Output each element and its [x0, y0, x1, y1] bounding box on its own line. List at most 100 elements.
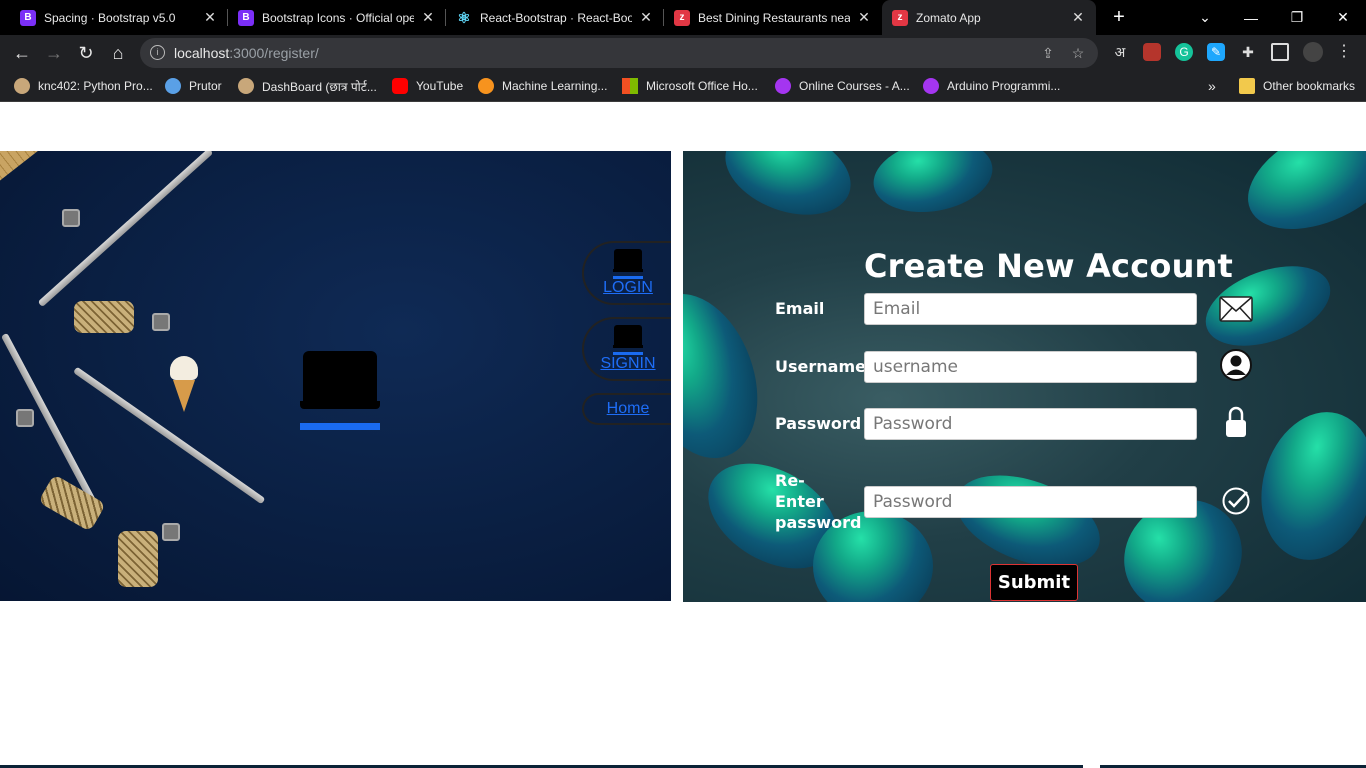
bookmark-youtube[interactable]: YouTube	[392, 77, 463, 95]
youtube-icon	[392, 78, 408, 94]
site-info-icon[interactable]: i	[150, 45, 165, 60]
tab-spacing-bootstrap[interactable]: B Spacing · Bootstrap v5.0 ✕	[10, 0, 228, 35]
bookmark-dashboard[interactable]: DashBoard (छात्र पोर्ट...	[238, 77, 377, 95]
capsule-background-image	[713, 151, 863, 231]
bookmarks-overflow-chevron-icon[interactable]: »	[1208, 77, 1216, 95]
close-tab-icon[interactable]: ✕	[1070, 9, 1086, 26]
login-nav-card[interactable]: LOGIN	[582, 241, 671, 305]
bookmark-favicon-icon	[14, 78, 30, 94]
left-image-panel: LOGIN SIGNIN Home	[0, 151, 671, 601]
bookmark-label: Microsoft Office Ho...	[646, 79, 758, 93]
tab-react-bootstrap[interactable]: ⚛ React-Bootstrap · React-Boot ✕	[446, 0, 664, 35]
lock-icon	[1219, 405, 1253, 439]
bookmark-favicon-icon	[478, 78, 494, 94]
user-circle-icon	[1219, 348, 1253, 382]
udemy-icon	[775, 78, 791, 94]
url-path: :3000/register/	[229, 45, 319, 61]
browser-toolbar: ← → ↻ ⌂ i localhost:3000/register/ ⇪ ☆ अ…	[0, 35, 1366, 70]
bookmark-knc402[interactable]: knc402: Python Pro...	[14, 77, 153, 95]
capsule-background-image	[683, 277, 779, 475]
minimize-icon[interactable]: —	[1228, 0, 1274, 35]
restore-icon[interactable]: ❐	[1274, 0, 1320, 35]
capsule-background-image	[1245, 399, 1366, 573]
other-bookmarks[interactable]: Other bookmarks	[1239, 77, 1355, 95]
bookmark-star-icon[interactable]: ☆	[1070, 45, 1086, 61]
home-link[interactable]: Home	[607, 400, 650, 418]
username-field[interactable]	[864, 351, 1197, 383]
tab-best-dining[interactable]: z Best Dining Restaurants near ✕	[664, 0, 882, 35]
tab-title: Bootstrap Icons · Official ope	[262, 10, 414, 25]
udemy-icon	[923, 78, 939, 94]
zomato-favicon-icon: z	[674, 9, 690, 26]
close-tab-icon[interactable]: ✕	[638, 9, 654, 26]
side-panel-icon[interactable]	[1271, 43, 1289, 61]
close-tab-icon[interactable]: ✕	[856, 9, 872, 26]
bookmark-label: Machine Learning...	[502, 79, 608, 93]
capsule-background-image	[867, 151, 999, 221]
react-favicon-icon: ⚛	[457, 9, 471, 27]
bookmark-label: Online Courses - A...	[799, 79, 910, 93]
bookmark-label: Other bookmarks	[1263, 79, 1356, 93]
pen-extension-icon[interactable]: ✎	[1207, 43, 1225, 61]
tab-title: React-Bootstrap · React-Boot	[480, 10, 632, 25]
check-circle-icon	[1219, 484, 1253, 518]
address-bar[interactable]: i localhost:3000/register/ ⇪ ☆	[140, 38, 1098, 68]
home-icon[interactable]: ⌂	[105, 40, 131, 66]
username-label: Username	[775, 357, 866, 376]
register-form-panel: Create New Account Email Username Passwo…	[683, 151, 1366, 602]
password-field[interactable]	[864, 408, 1197, 440]
form-title: Create New Account	[864, 247, 1234, 285]
login-link[interactable]: LOGIN	[603, 279, 653, 297]
menu-kebab-icon[interactable]: ⋮	[1335, 43, 1353, 61]
back-arrow-icon[interactable]: ←	[9, 40, 35, 66]
close-window-icon[interactable]: ✕	[1320, 0, 1366, 35]
bookmark-machine-learning[interactable]: Machine Learning...	[478, 77, 607, 95]
bookmark-label: Prutor	[189, 79, 222, 93]
new-tab-plus-icon[interactable]: +	[1108, 6, 1130, 28]
url-text: localhost:3000/register/	[174, 45, 319, 61]
bookmarks-bar: knc402: Python Pro... Prutor DashBoard (…	[0, 70, 1366, 102]
bookmark-prutor[interactable]: Prutor	[165, 77, 222, 95]
reenter-label-line: Re-	[775, 471, 805, 490]
washi-tape-image	[118, 531, 158, 587]
tab-strip: B Spacing · Bootstrap v5.0 ✕ B Bootstrap…	[0, 0, 1366, 35]
grammarly-icon[interactable]: G	[1175, 43, 1193, 61]
reenter-label-line: password	[775, 513, 862, 532]
bookmark-arduino[interactable]: Arduino Programmi...	[923, 77, 1060, 95]
binder-clip-image	[152, 313, 170, 331]
signin-nav-card[interactable]: SIGNIN	[582, 317, 671, 381]
folder-icon	[1239, 78, 1255, 94]
submit-button[interactable]: Submit	[990, 564, 1078, 601]
washi-tape-image	[38, 474, 106, 532]
pencil-image	[37, 151, 214, 308]
laptop-icon	[613, 249, 643, 279]
reenter-password-field[interactable]	[864, 486, 1197, 518]
bookmark-favicon-icon	[165, 78, 181, 94]
share-icon[interactable]: ⇪	[1040, 45, 1056, 61]
home-nav-card[interactable]: Home	[582, 393, 671, 425]
hindi-extension-icon[interactable]: अ	[1111, 43, 1129, 61]
tab-zomato-app[interactable]: z Zomato App ✕	[882, 0, 1096, 35]
page-viewport: LOGIN SIGNIN Home Create New Account Ema…	[0, 103, 1366, 768]
book-extension-icon[interactable]	[1143, 43, 1161, 61]
close-tab-icon[interactable]: ✕	[202, 9, 218, 26]
profile-avatar[interactable]	[1303, 42, 1323, 62]
washi-tape-image	[74, 301, 134, 333]
tab-bootstrap-icons[interactable]: B Bootstrap Icons · Official ope ✕	[228, 0, 446, 35]
bootstrap-favicon-icon: B	[20, 9, 36, 26]
microsoft-icon	[622, 78, 638, 94]
forward-arrow-icon[interactable]: →	[41, 40, 67, 66]
bookmark-online-courses[interactable]: Online Courses - A...	[775, 77, 910, 95]
envelope-icon	[1219, 292, 1253, 326]
bookmark-microsoft-office[interactable]: Microsoft Office Ho...	[622, 77, 758, 95]
extensions-puzzle-icon[interactable]: ✚	[1239, 43, 1257, 61]
signin-link[interactable]: SIGNIN	[600, 355, 655, 373]
close-tab-icon[interactable]: ✕	[420, 9, 436, 26]
reload-icon[interactable]: ↻	[73, 40, 99, 66]
bookmark-label: knc402: Python Pro...	[38, 79, 153, 93]
tab-search-chevron-icon[interactable]: ⌄	[1182, 0, 1228, 35]
bookmark-label: YouTube	[416, 79, 464, 93]
zomato-favicon-icon: z	[892, 9, 908, 26]
bookmark-favicon-icon	[238, 78, 254, 94]
email-field[interactable]	[864, 293, 1197, 325]
